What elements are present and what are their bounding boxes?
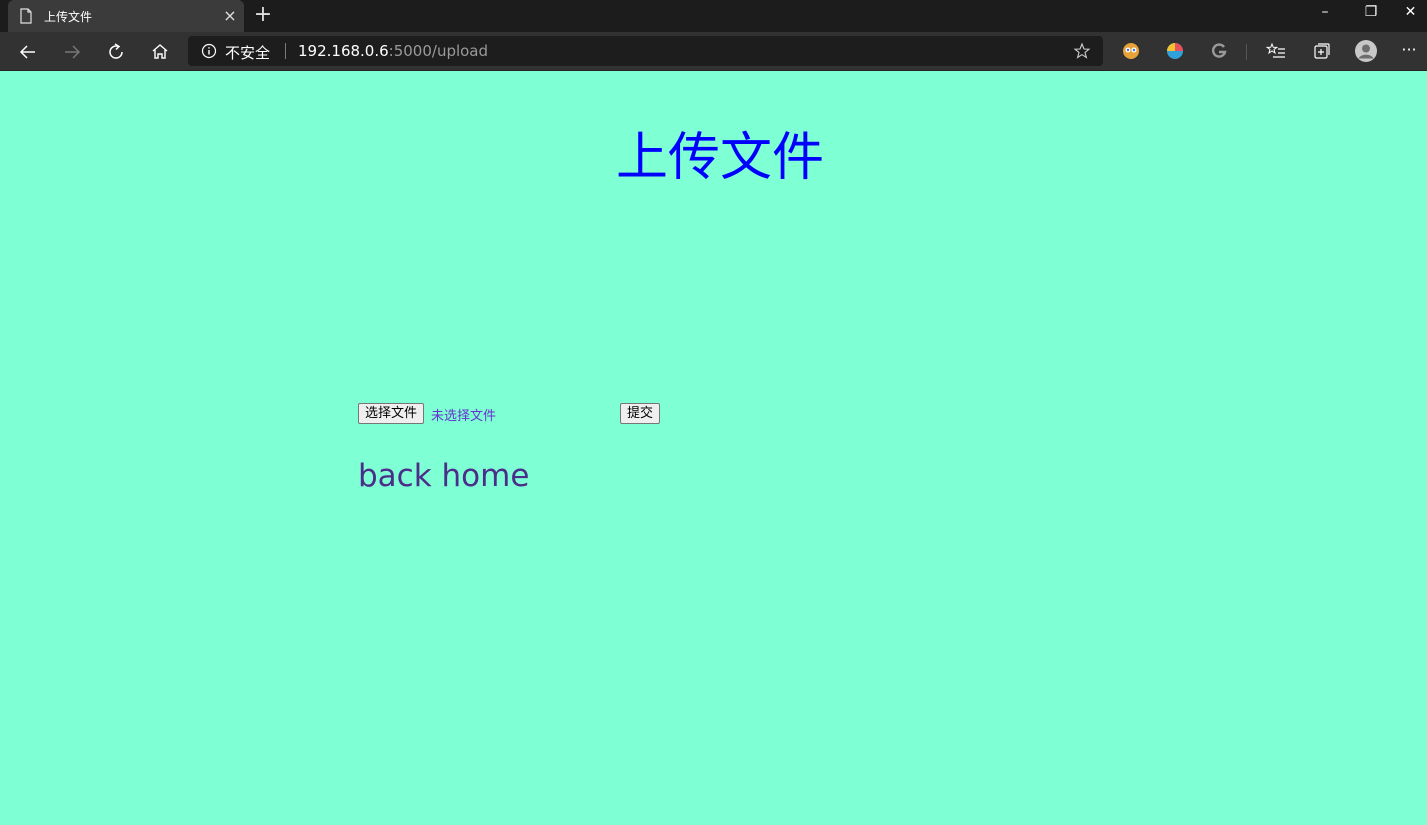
back-home-link[interactable]: back home [358, 458, 529, 494]
address-divider [285, 43, 286, 59]
window-close-button[interactable]: ✕ [1394, 0, 1427, 26]
extension-icon[interactable] [1165, 41, 1185, 61]
info-icon[interactable] [201, 43, 217, 59]
page-title: 上传文件 [615, 128, 824, 188]
toolbar-divider [1246, 44, 1247, 60]
url-path: :5000/upload [388, 42, 489, 60]
submit-button[interactable]: 提交 [620, 403, 661, 424]
browser-toolbar: 不安全 192.168.0.6:5000/upload ··· [0, 32, 1427, 71]
tab-title: 上传文件 [44, 10, 93, 24]
refresh-icon[interactable] [103, 39, 129, 65]
grammarly-icon[interactable] [1209, 41, 1229, 61]
page-icon [20, 8, 32, 24]
forward-icon[interactable] [59, 39, 85, 65]
restore-button[interactable]: ❐ [1348, 0, 1394, 26]
security-label[interactable]: 不安全 [225, 42, 270, 63]
file-status-text: 未选择文件 [431, 409, 497, 424]
star-icon[interactable] [1073, 42, 1091, 60]
home-icon[interactable] [147, 39, 173, 65]
close-tab-icon[interactable]: × [222, 8, 238, 24]
address-bar[interactable]: 不安全 192.168.0.6:5000/upload [188, 36, 1103, 66]
browser-tab-bar: 上传文件 × + – ❐ ✕ [0, 0, 1427, 32]
extension-icon[interactable] [1121, 41, 1141, 61]
choose-file-button[interactable]: 选择文件 [358, 403, 425, 424]
more-menu-button[interactable]: ··· [1394, 38, 1424, 64]
browser-tab[interactable]: 上传文件 × [8, 0, 244, 32]
url-text[interactable]: 192.168.0.6:5000/upload [298, 42, 488, 60]
back-icon[interactable] [15, 39, 41, 65]
minimize-button[interactable]: – [1302, 0, 1348, 26]
profile-icon[interactable] [1354, 39, 1378, 63]
collections-icon[interactable] [1311, 41, 1331, 61]
url-host: 192.168.0.6 [298, 42, 389, 60]
new-tab-button[interactable]: + [252, 4, 274, 26]
favorites-icon[interactable] [1266, 41, 1286, 61]
